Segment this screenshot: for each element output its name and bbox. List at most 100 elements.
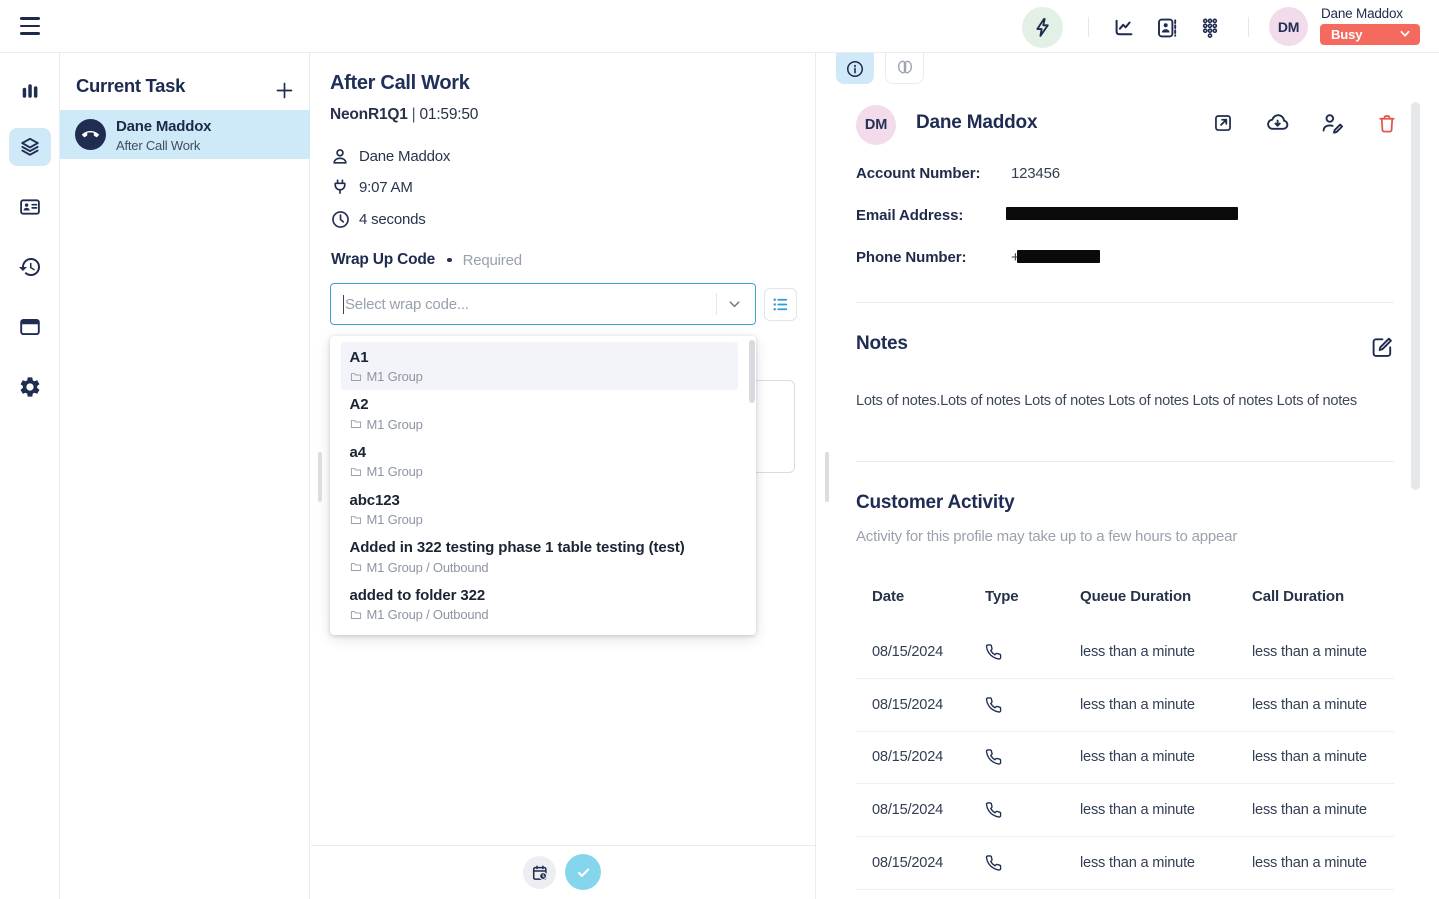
analytics-button[interactable] <box>1111 15 1137 40</box>
edit-notes-button[interactable] <box>1369 334 1395 360</box>
option-label: A1 <box>350 349 739 366</box>
duration-row: 4 seconds <box>330 208 590 230</box>
rail-tasks-button[interactable] <box>9 128 51 166</box>
option-group-name: M1 Group <box>367 417 423 432</box>
footer-divider <box>311 845 816 846</box>
brain-icon <box>895 58 915 78</box>
task-avatar <box>75 119 106 150</box>
wrap-code-option[interactable]: Added in 322 testing phase 1 table testi… <box>341 533 738 581</box>
phone-label: Phone Number: <box>856 249 966 266</box>
tab-profile-info[interactable] <box>836 53 874 84</box>
option-group: M1 Group <box>350 464 739 479</box>
nav-rail <box>0 53 60 899</box>
customer-activity-title: Customer Activity <box>856 492 1015 514</box>
task-list-item[interactable]: Dane Maddox After Call Work <box>60 110 310 159</box>
required-bullet <box>447 258 452 263</box>
wrap-code-option[interactable]: A2 M1 Group <box>341 390 738 438</box>
menu-button[interactable] <box>20 17 40 35</box>
folder-icon <box>350 609 362 621</box>
complete-task-button[interactable] <box>565 854 601 890</box>
panel-resize-handle-right[interactable] <box>825 452 829 502</box>
cell-call-duration: less than a minute <box>1252 697 1367 713</box>
panel-resize-handle-left[interactable] <box>318 452 322 502</box>
rail-settings-button[interactable] <box>9 368 51 406</box>
open-profile-button[interactable] <box>1212 112 1234 134</box>
email-row: Email Address: <box>856 206 963 224</box>
option-label: A2 <box>350 396 739 413</box>
phone-row: Phone Number: + <box>856 248 966 266</box>
rail-contact-card-button[interactable] <box>9 188 51 226</box>
info-icon <box>845 59 865 79</box>
option-label: added to folder 322 <box>350 587 739 604</box>
chevron-down-icon[interactable] <box>727 297 742 312</box>
cell-call-duration: less than a minute <box>1252 749 1367 765</box>
user-edit-icon <box>1320 111 1346 135</box>
option-group: M1 Group <box>350 369 739 384</box>
email-label: Email Address: <box>856 207 963 224</box>
cell-call-duration: less than a minute <box>1252 644 1367 660</box>
user-initials: DM <box>1278 19 1299 35</box>
required-label: Required <box>463 252 522 269</box>
phone-icon <box>985 644 1002 661</box>
task-timer: 01:59:50 <box>419 106 478 123</box>
quick-actions-button[interactable] <box>1022 7 1063 48</box>
cell-date: 08/15/2024 <box>872 855 943 871</box>
browser-window-icon <box>18 315 42 339</box>
top-bar: DM Dane Maddox Busy <box>0 0 1439 53</box>
option-label: abc123 <box>350 492 739 509</box>
work-subtitle: NeonR1Q1|01:59:50 <box>330 106 478 124</box>
account-number-label: Account Number: <box>856 165 980 182</box>
bar-chart-icon <box>18 79 42 103</box>
chevron-down-icon <box>1399 30 1411 39</box>
work-title: After Call Work <box>330 72 470 95</box>
cell-queue-duration: less than a minute <box>1080 697 1195 713</box>
rail-browser-button[interactable] <box>9 308 51 346</box>
redacted-email-value <box>1006 207 1238 220</box>
trash-icon <box>1376 112 1398 135</box>
cell-queue-duration: less than a minute <box>1080 802 1195 818</box>
wrap-code-option[interactable]: abc123 M1 Group <box>341 485 738 533</box>
folder-icon <box>350 371 362 383</box>
activity-row: 08/15/2024less than a minuteless than a … <box>856 784 1394 837</box>
wrap-code-option[interactable]: added to folder 322M1 Group / Outbound <box>341 580 738 628</box>
option-group: M1 Group <box>350 512 739 527</box>
layers-icon <box>18 135 42 159</box>
option-group: M1 Group <box>350 417 739 432</box>
browse-codes-button[interactable] <box>764 288 797 321</box>
wrap-code-select[interactable]: Select wrap code... <box>330 283 756 325</box>
person-icon <box>330 146 350 167</box>
rail-history-button[interactable] <box>9 248 51 286</box>
contacts-button[interactable] <box>1154 15 1180 40</box>
cell-date: 08/15/2024 <box>872 749 943 765</box>
status-dropdown[interactable]: Busy <box>1320 24 1420 45</box>
wrap-code-options: A1M1 GroupA2M1 Groupa4M1 Groupabc123M1 G… <box>330 342 756 628</box>
user-avatar[interactable]: DM <box>1269 7 1308 46</box>
account-number-row: Account Number: 123456 <box>856 164 980 182</box>
option-label: Added in 322 testing phase 1 table testi… <box>350 539 739 556</box>
phone-icon <box>985 696 1002 713</box>
text-caret <box>343 295 344 314</box>
status-badge: Busy <box>1331 27 1362 42</box>
activity-row: 08/15/2024 less than a minute less than a … <box>856 732 1394 785</box>
activity-table-header: Date Type Queue Duration Call Duration <box>856 588 1394 610</box>
account-number-value: 123456 <box>1011 165 1060 182</box>
dialpad-button[interactable] <box>1197 15 1223 40</box>
current-task-panel: Current Task <box>60 53 310 899</box>
delete-contact-button[interactable] <box>1376 112 1398 135</box>
dropdown-scrollbar[interactable] <box>749 340 755 403</box>
add-task-button[interactable] <box>272 78 296 102</box>
dialpad-icon <box>1198 16 1222 40</box>
cell-type <box>985 749 1002 766</box>
cell-call-duration: less than a minute <box>1252 855 1367 871</box>
schedule-button[interactable] <box>523 856 556 889</box>
cell-queue-duration: less than a minute <box>1080 749 1195 765</box>
folder-icon <box>350 561 362 573</box>
profile-scrollbar[interactable] <box>1411 102 1420 490</box>
tab-insights[interactable] <box>885 53 924 84</box>
calendar-clock-icon <box>531 864 549 882</box>
rail-analytics-button[interactable] <box>9 72 51 110</box>
edit-contact-button[interactable] <box>1320 111 1346 135</box>
download-profile-button[interactable] <box>1264 111 1291 135</box>
wrap-code-option[interactable]: a4M1 Group <box>341 437 738 485</box>
wrap-code-option[interactable]: A1 M1 Group <box>341 342 738 390</box>
